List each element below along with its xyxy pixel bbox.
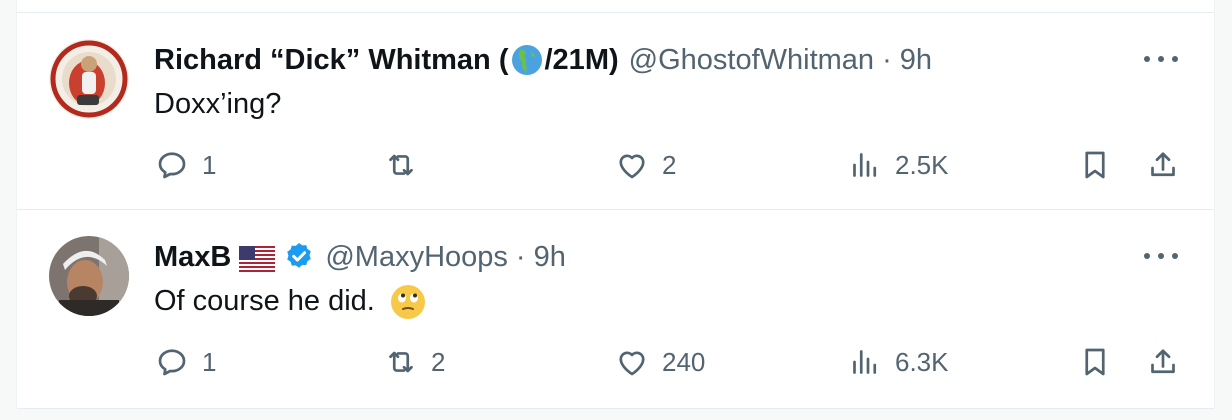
bookmark-button[interactable] [1077, 340, 1113, 384]
like-icon [619, 351, 645, 376]
retweet-icon [389, 154, 413, 176]
separator: · [515, 241, 526, 273]
reply-count: 1 [202, 346, 217, 377]
views-button[interactable]: 2.5K [847, 143, 949, 187]
timestamp[interactable]: 9h [900, 41, 932, 79]
timestamp[interactable]: 9h [534, 238, 566, 276]
retweet-button[interactable]: 2 [383, 340, 445, 384]
share-button[interactable] [1145, 340, 1181, 384]
us-flag-emoji-icon [239, 244, 276, 272]
tweet-header: MaxB @MaxyHoops · 9h [154, 238, 566, 276]
like-icon [619, 154, 645, 179]
separator: · [882, 44, 892, 76]
like-count: 240 [662, 346, 706, 377]
verified-badge-icon[interactable] [283, 241, 315, 273]
reply-count: 1 [202, 149, 217, 180]
views-button[interactable]: 6.3K [847, 340, 949, 384]
like-button[interactable]: 240 [614, 340, 705, 384]
tweet-actions: 1 2 2.5K [17, 143, 1214, 187]
views-icon [853, 350, 877, 374]
reply-icon [158, 152, 186, 179]
tweet-header: Richard “Dick” Whitman ( /21M) @GhostofW… [154, 41, 932, 79]
bookmark-icon [1085, 348, 1105, 376]
user-handle[interactable]: @MaxyHoops [325, 238, 508, 276]
avatar[interactable] [49, 236, 129, 316]
share-icon [1151, 349, 1175, 374]
retweet-icon [389, 351, 413, 373]
more-icon[interactable] [1144, 49, 1178, 69]
bookmark-icon [1085, 151, 1105, 179]
like-button[interactable]: 2 [614, 143, 676, 187]
face-with-rolling-eyes-emoji-icon [389, 283, 427, 321]
retweet-count: 2 [431, 346, 446, 377]
retweet-button[interactable] [383, 143, 431, 187]
views-icon [853, 153, 877, 177]
tweet-text: Doxx’ing? [154, 88, 282, 120]
tweet[interactable]: Richard “Dick” Whitman ( /21M) @GhostofW… [17, 13, 1214, 210]
reply-icon [158, 349, 186, 376]
tweet-actions: 1 2 240 6.3K [17, 340, 1214, 384]
like-count: 2 [662, 149, 677, 180]
display-name[interactable]: MaxB [154, 238, 231, 276]
bookmark-button[interactable] [1077, 143, 1113, 187]
tweet[interactable]: MaxB @MaxyHoops · 9h Of course he did. 1… [17, 210, 1214, 409]
reply-button[interactable]: 1 [154, 340, 216, 384]
tweet-feed: Richard “Dick” Whitman ( /21M) @GhostofW… [16, 0, 1215, 409]
display-name[interactable]: Richard “Dick” Whitman ( [154, 41, 509, 79]
more-icon[interactable] [1144, 246, 1178, 266]
avatar[interactable] [49, 39, 129, 119]
view-count: 2.5K [895, 149, 949, 180]
user-handle[interactable]: @GhostofWhitman [629, 41, 874, 79]
tweet-text-content: Of course he did. [154, 285, 375, 317]
tweet-text: Of course he did. [154, 282, 427, 321]
share-button[interactable] [1145, 143, 1181, 187]
display-name-suffix[interactable]: /21M) [545, 41, 619, 79]
share-icon [1151, 152, 1175, 177]
view-count: 6.3K [895, 346, 949, 377]
globe-americas-emoji-icon [511, 44, 543, 76]
reply-button[interactable]: 1 [154, 143, 216, 187]
